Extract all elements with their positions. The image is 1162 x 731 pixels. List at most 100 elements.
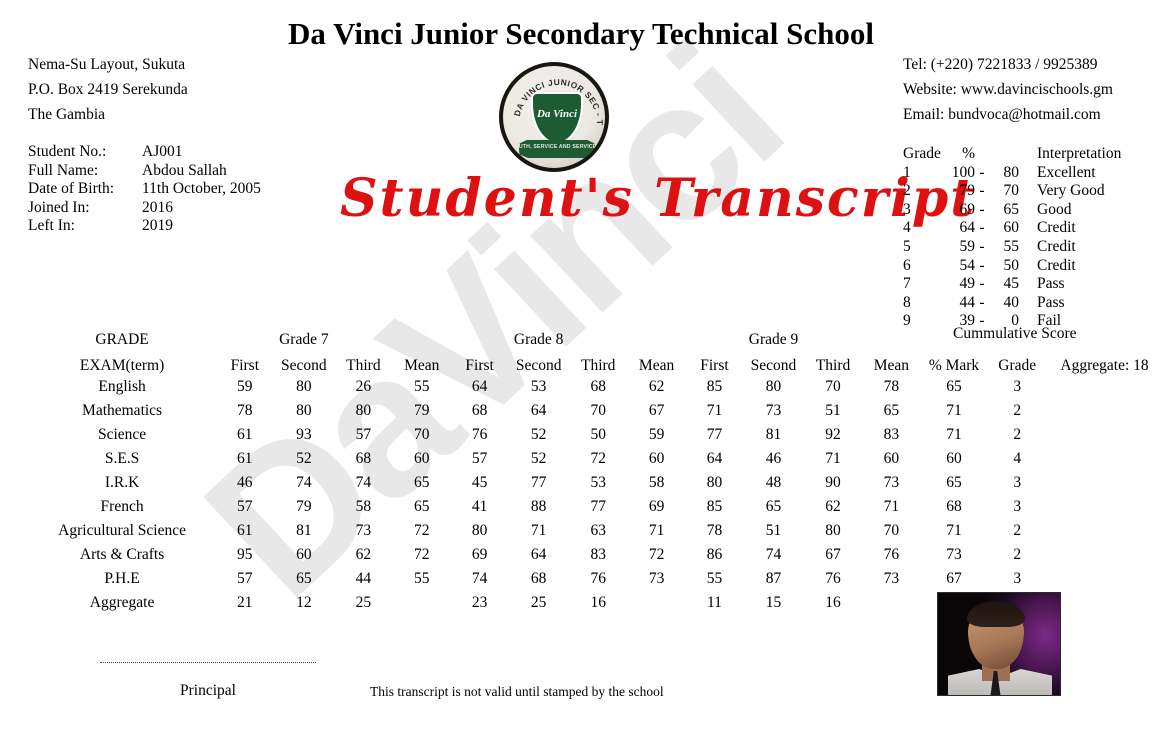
gk-grade: 1: [903, 163, 911, 181]
cell-g9-mean: 70: [883, 522, 900, 539]
row-subject: Agricultural Science: [58, 522, 186, 539]
grade-key-row: 8 44 - 40 Pass: [903, 294, 1121, 313]
cell-g9-first: 71: [706, 402, 723, 419]
cell-pct-mark: 65: [946, 378, 962, 395]
cell-g7-second: 80: [296, 402, 312, 419]
gk-grade: 2: [903, 182, 911, 200]
cell-g8-second: 88: [530, 498, 547, 515]
grade-key-col-spacer2: [989, 145, 1019, 164]
cell-g7-second: 80: [296, 378, 312, 395]
cell-pct-mark: 65: [946, 474, 962, 491]
gk-dash: -: [979, 182, 985, 200]
shield-mark-text: Da Vinci: [536, 108, 578, 120]
student-info-row: Left In: 2019: [28, 217, 261, 236]
table-row: P.H.E 57 65 44 55 74 68 76 73 55 87 76 7…: [28, 567, 1162, 591]
student-info-row: Student No.: AJ001: [28, 143, 261, 162]
cell-g7-third: 73: [355, 522, 372, 539]
header-g8-second: Second: [515, 357, 562, 374]
cell-g9-first: 64: [706, 450, 723, 467]
cell-grade: 2: [1013, 426, 1022, 443]
gk-interpretation: Credit: [1037, 219, 1076, 237]
gk-high: 79: [959, 182, 976, 200]
contact-website: Website: www.davincischools.gm: [903, 81, 1113, 98]
cell-g7-mean: 79: [414, 402, 430, 419]
cell-grade: 3: [1013, 570, 1022, 587]
cell-g7-first: 95: [237, 546, 253, 563]
joined-in-value: 2016: [142, 198, 173, 216]
header-g9-first: First: [700, 357, 729, 374]
table-group-header-row: GRADE Grade 7 Grade 8 Grade 9: [28, 325, 1162, 349]
cell-g8-first: 80: [471, 522, 488, 539]
cell-g7-first: 21: [237, 594, 253, 611]
cell-g8-third: 16: [590, 594, 606, 611]
header-g9-second: Second: [750, 357, 797, 374]
ribbon-label: TRUTH, SERVICE AND SERVICE: [511, 144, 597, 150]
cell-g9-second: 48: [765, 474, 782, 491]
cell-g9-second: 51: [765, 522, 782, 539]
cell-g9-second: 74: [765, 546, 782, 563]
cell-grade: 2: [1013, 402, 1022, 419]
cell-g8-first: 68: [471, 402, 488, 419]
cell-g7-first: 61: [237, 522, 253, 539]
row-subject: P.H.E: [104, 570, 140, 587]
joined-in-label: Joined In:: [28, 198, 90, 216]
table-row: Arts & Crafts 95 60 62 72 69 64 83 72 86…: [28, 543, 1162, 567]
header-pct-mark: % Mark: [928, 357, 980, 374]
gk-low: 65: [1003, 200, 1020, 218]
dob-value: 11th October, 2005: [142, 180, 261, 197]
transcript-script-title: Student's Transcript: [340, 168, 977, 229]
cell-g8-second: 68: [530, 570, 547, 587]
gk-dash: -: [979, 237, 985, 255]
cell-g9-mean: 78: [883, 378, 900, 395]
seal-icon: DA VINCI JUNIOR SEC - TECH SCHOOL Da Vin…: [499, 62, 609, 172]
gk-grade: 8: [903, 293, 911, 311]
gk-low: 40: [1003, 293, 1020, 311]
cell-g9-second: 15: [765, 594, 782, 611]
gk-interpretation: Excellent: [1037, 163, 1096, 181]
cell-g9-mean: 60: [883, 450, 900, 467]
cell-g9-first: 85: [706, 378, 723, 395]
cell-g9-mean: 65: [883, 402, 900, 419]
address-line: The Gambia: [28, 106, 106, 123]
grade-key-col-percent: %: [962, 145, 975, 162]
cell-g9-third: 51: [825, 402, 841, 419]
cell-g7-mean: 60: [414, 450, 430, 467]
cell-g7-second: 60: [296, 546, 312, 563]
group-header-grade8: Grade 8: [513, 331, 564, 348]
cell-g7-first: 78: [237, 402, 253, 419]
signature-line: [100, 662, 316, 663]
header-aggregate-total: Aggregate: 18: [1060, 357, 1149, 374]
gk-grade: 5: [903, 237, 911, 255]
gk-grade: 6: [903, 256, 911, 274]
contact-tel: Tel: (+220) 7221833 / 9925389: [903, 56, 1098, 73]
row-subject: Science: [97, 426, 147, 443]
cell-g8-first: 41: [471, 498, 488, 515]
cell-g9-third: 80: [825, 522, 841, 539]
page-title: Da Vinci Junior Secondary Technical Scho…: [288, 16, 874, 51]
grade-key-col-grade: Grade: [903, 145, 941, 162]
school-logo: DA VINCI JUNIOR SEC - TECH SCHOOL Da Vin…: [499, 62, 609, 172]
grade-key-row: 7 49 - 45 Pass: [903, 275, 1121, 294]
address-line: Nema-Su Layout, Sukuta: [28, 56, 186, 73]
grade-key-row: 2 79 - 70 Very Good: [903, 182, 1121, 201]
cell-g8-second: 71: [530, 522, 547, 539]
grade-key-row: 1 100 - 80 Excellent: [903, 164, 1121, 183]
group-header-grade9: Grade 9: [748, 331, 799, 348]
transcript-page: DaVinci Da Vinci Junior Secondary Techni…: [0, 0, 1162, 731]
cell-g7-second: 79: [296, 498, 312, 515]
cell-g9-first: 55: [706, 570, 723, 587]
left-in-value: 2019: [142, 217, 173, 234]
gk-interpretation: Pass: [1037, 293, 1065, 311]
cell-g9-mean: 73: [883, 570, 900, 587]
grade-key-row: 3 69 - 65 Good: [903, 201, 1121, 220]
row-subject: Aggregate: [89, 594, 155, 611]
cell-g7-third: 74: [355, 474, 372, 491]
header-g7-mean: Mean: [404, 357, 440, 374]
row-subject: English: [98, 378, 146, 395]
header-g9-mean: Mean: [873, 357, 910, 374]
cell-g7-third: 25: [355, 594, 372, 611]
header-g8-third: Third: [580, 357, 616, 374]
student-no-value: AJ001: [142, 143, 183, 160]
grade-key-col-spacer: [975, 145, 989, 164]
student-photo: [937, 592, 1061, 696]
